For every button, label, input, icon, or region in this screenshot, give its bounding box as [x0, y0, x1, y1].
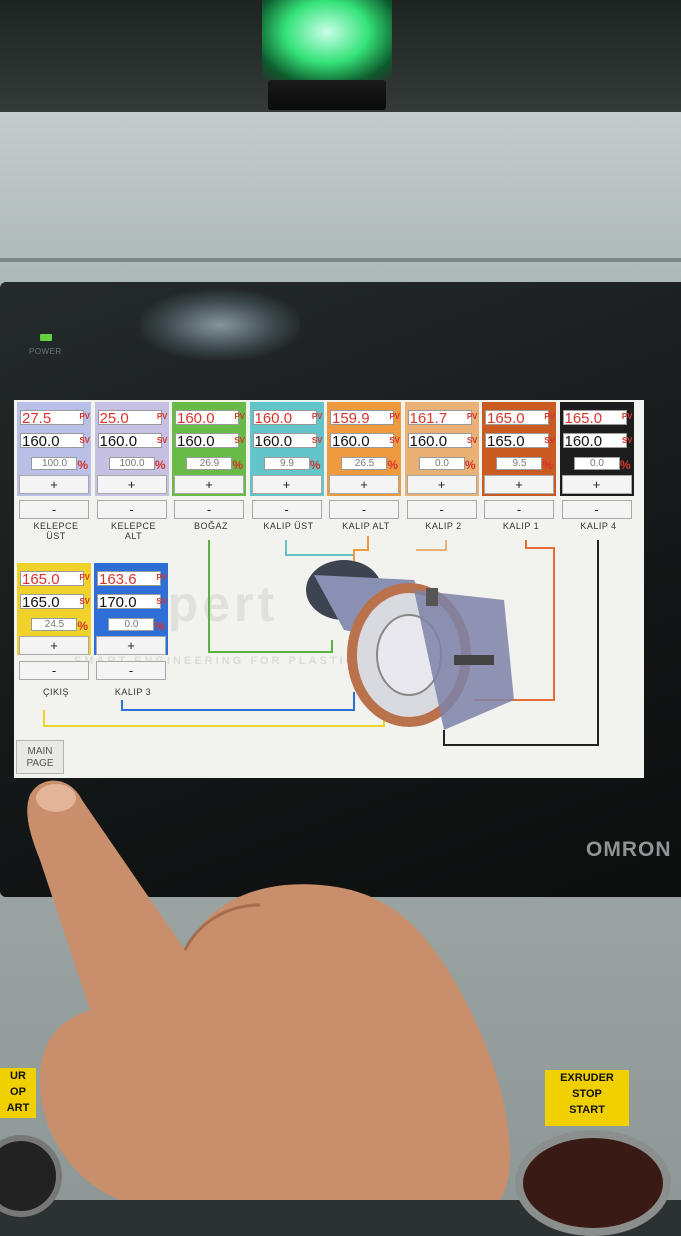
brand-logo: OMRON: [586, 838, 672, 861]
signal-tower-light: [262, 0, 392, 112]
wire-kalip-2: [416, 540, 447, 551]
tower-light-base: [268, 80, 386, 110]
left-stop-start-plate: UR OP ART: [0, 1068, 36, 1118]
panel-seam: [0, 258, 681, 262]
extruder-diagram: [43, 536, 599, 746]
wire-cikis: [43, 655, 385, 727]
power-led: [40, 334, 52, 341]
hmi-screen: expert SMART ENGINEERING FOR PLASTIC EXT…: [14, 400, 644, 778]
extruder-push-button[interactable]: [515, 1130, 671, 1236]
tower-light-glow: [262, 0, 392, 80]
wire-kalip-3: [121, 692, 355, 711]
main-page-button[interactable]: MAIN PAGE: [16, 740, 64, 774]
extruder-stop-start-plate: EXRUDER STOP START: [545, 1070, 629, 1126]
extruder-head-drawing: [306, 560, 514, 730]
power-label: POWER: [29, 347, 62, 356]
